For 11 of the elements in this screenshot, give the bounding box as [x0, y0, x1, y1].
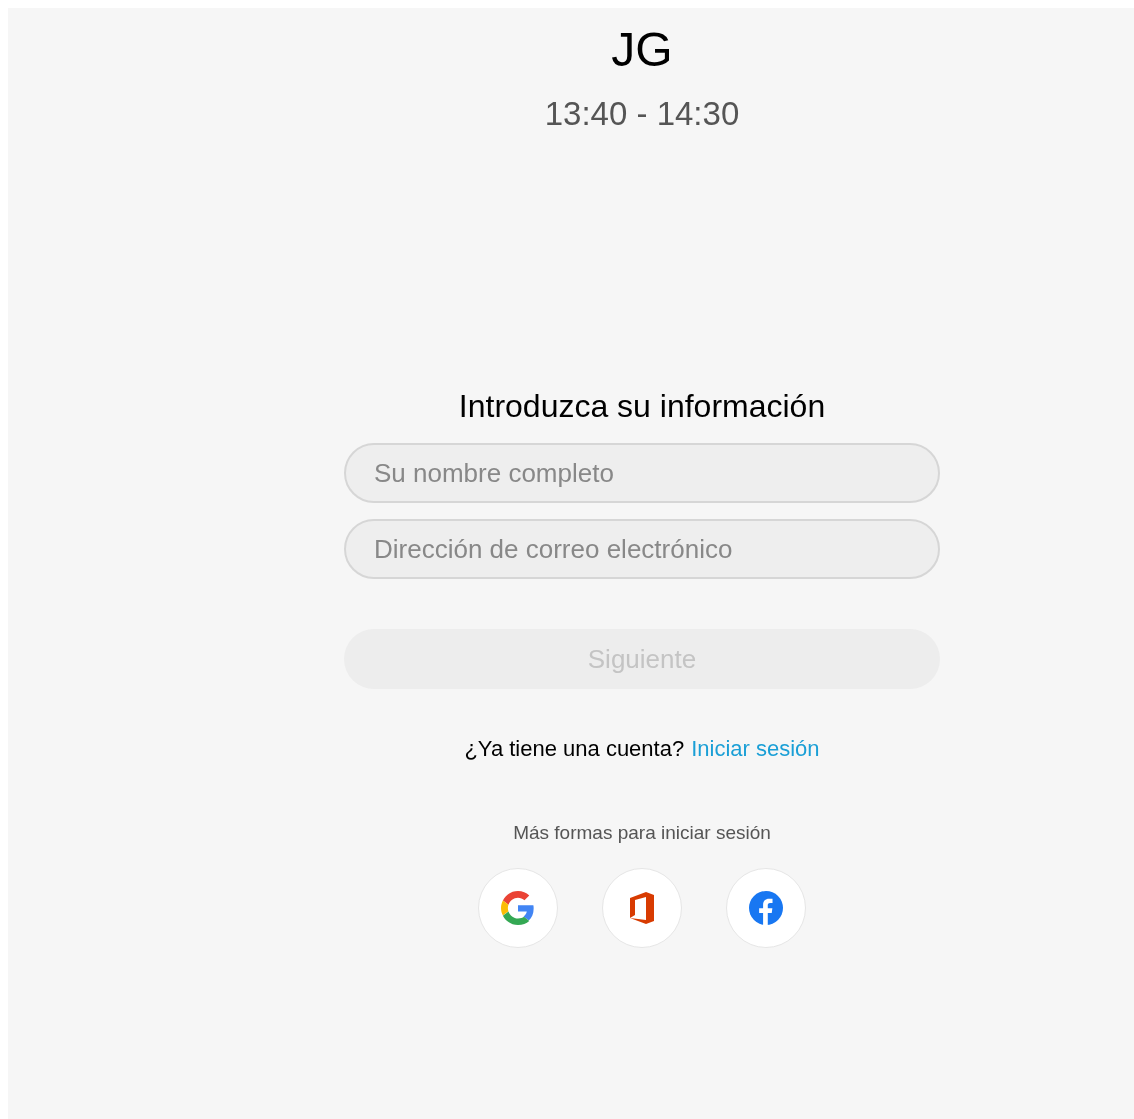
facebook-logo-icon: [749, 891, 783, 925]
office-logo-icon: [628, 892, 656, 924]
more-ways-label: Más formas para iniciar sesión: [513, 821, 771, 845]
account-prompt: ¿Ya tiene una cuenta?: [464, 735, 685, 763]
sign-in-link[interactable]: Iniciar sesión: [691, 735, 820, 763]
initials: JG: [611, 22, 673, 78]
google-g-icon: [501, 891, 535, 925]
form-title: Introduzca su información: [458, 387, 826, 426]
text-field[interactable]: Dirección de correo electrónico: [344, 519, 940, 579]
meeting-time: 13:40 - 14:30: [544, 94, 740, 134]
text-field[interactable]: Su nombre completo: [344, 443, 940, 503]
